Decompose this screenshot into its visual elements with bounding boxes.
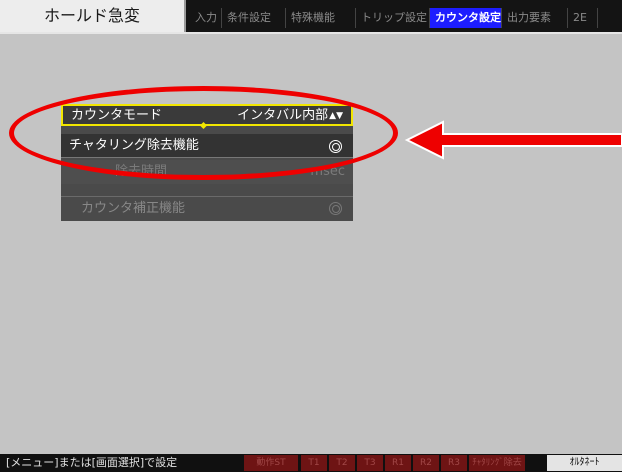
footer-hint: [メニュー]または[画面選択]で設定 (6, 456, 178, 469)
header-bar: ホールド急変 入力 条件設定 特殊機能 トリップ設定 カウンタ設定 出力要素 2… (0, 0, 622, 34)
tab-2e[interactable]: 2E (568, 8, 598, 28)
tab-input[interactable]: 入力 (190, 8, 222, 28)
status-t2: T2 (329, 455, 355, 471)
tab-trip-settings[interactable]: トリップ設定 (356, 8, 430, 28)
tab-condition-settings[interactable]: 条件設定 (222, 8, 286, 28)
status-operation-st: 動作ST (244, 455, 298, 471)
counter-correction-row: カウンタ補正機能 (61, 196, 353, 220)
status-t1: T1 (301, 455, 327, 471)
tab-bar: 入力 条件設定 特殊機能 トリップ設定 カウンタ設定 出力要素 2E (190, 8, 598, 28)
status-bar: [メニュー]または[画面選択]で設定 動作ST T1 T2 T3 R1 R2 R… (0, 454, 622, 472)
status-t3: T3 (357, 455, 383, 471)
status-r2: R2 (413, 455, 439, 471)
red-highlight-ellipse (9, 86, 398, 180)
status-r1: R1 (385, 455, 411, 471)
tab-output-elements[interactable]: 出力要素 (502, 8, 568, 28)
screen-title: ホールド急変 (0, 0, 186, 32)
status-r3: R3 (441, 455, 467, 471)
left-arrow-icon (404, 120, 622, 160)
double-circle-icon (329, 202, 342, 215)
alternate-button[interactable]: ｵﾙﾀﾈｰﾄ (547, 455, 622, 471)
tab-special-functions[interactable]: 特殊機能 (286, 8, 356, 28)
status-chattering-removal: ﾁｬﾀﾘﾝｸﾞ除去 (469, 455, 525, 471)
counter-correction-label: カウンタ補正機能 (81, 201, 186, 216)
tab-counter-settings[interactable]: カウンタ設定 (430, 8, 502, 28)
